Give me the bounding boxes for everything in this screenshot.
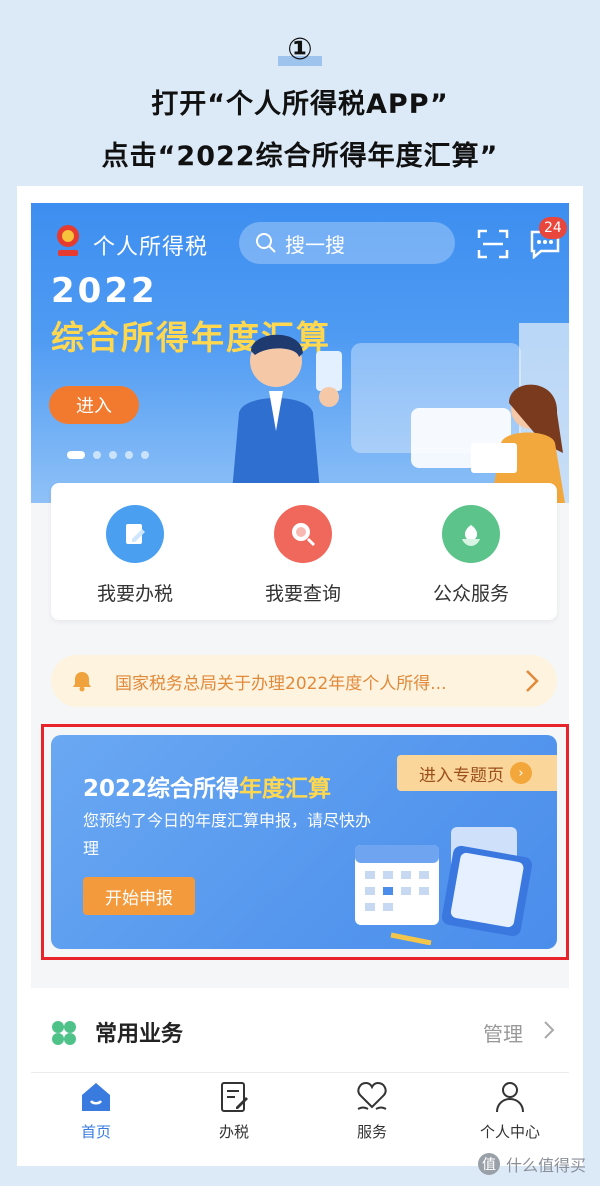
common-business-title: 常用业务 [95,1022,184,1047]
four-leaf-icon [52,1021,76,1045]
start-filing-button[interactable]: 开始申报 [83,877,195,915]
search-placeholder: 搜一搜 [285,232,345,257]
tab-tax[interactable]: 办税 [189,1079,279,1142]
pagination-dot[interactable] [109,451,117,459]
tab-label: 首页 [80,1123,111,1141]
bottom-tab-bar: 首页 办税 服务 个人中心 [31,1072,569,1148]
tulip-icon [442,505,500,563]
pagination-dot[interactable] [93,451,101,459]
tab-home[interactable]: 首页 [51,1079,141,1142]
watermark-text: 什么值得买 [505,1156,586,1175]
topic-page-button[interactable]: 进入专题页 › [397,755,557,791]
service-tax-filing[interactable]: 我要办税 [75,505,195,606]
search-icon [256,233,276,253]
tab-profile[interactable]: 个人中心 [465,1079,555,1142]
home-icon [82,1083,110,1111]
tab-label: 服务 [356,1123,387,1141]
service-label: 我要办税 [96,583,173,605]
instruction-line-1: 打开“个人所得税APP” [151,89,449,120]
annual-card-title-prefix: 2022综合所得 [83,776,240,802]
annual-card-description: 您预约了今日的年度汇算申报，请尽快办理 [83,811,372,858]
instruction-line-2: 点击“2022综合所得年度汇算” [101,141,499,172]
manage-link[interactable]: 管理 [483,1018,523,1047]
pagination-dot[interactable] [141,451,149,459]
app-title: 个人所得税 [93,235,209,260]
heart-service-icon [357,1081,387,1110]
annual-settlement-card[interactable]: 2022综合所得年度汇算 您预约了今日的年度汇算申报，请尽快办理 开始申报 进入… [51,735,557,949]
message-count-badge: 24 [539,217,567,239]
service-public[interactable]: 公众服务 [411,505,531,606]
step-number: ① [278,28,322,70]
calendar-illustration [355,827,533,945]
tab-label: 个人中心 [479,1123,540,1141]
annual-card-title-highlight: 年度汇算 [239,776,332,802]
common-business-header: 常用业务 管理 [31,988,569,1072]
chevron-right-icon: › [510,762,532,784]
service-label: 我要查询 [264,583,341,605]
chevron-right-icon[interactable] [543,1020,555,1040]
app-screen: 个人所得税 搜一搜 24 2022 综合所得年度汇算 进入 我要办税 我要查询 … [31,203,569,1148]
pencil-doc-icon [106,505,164,563]
watermark-logo-icon: 值 [477,1153,500,1175]
tab-service[interactable]: 服务 [327,1079,417,1142]
chevron-right-icon [526,670,539,692]
top-bar: 个人所得税 搜一搜 24 [31,213,569,264]
doc-edit-icon [221,1082,248,1112]
scan-icon[interactable] [477,229,509,259]
tax-emblem-icon [57,225,79,256]
notice-text: 国家税务总局关于办理2022年度个人所得... [115,673,447,694]
service-shortcuts: 我要办税 我要查询 公众服务 [51,483,557,620]
banner-enter-button[interactable]: 进入 [49,386,139,424]
site-watermark: 值 什么值得买 [477,1152,586,1176]
businessman-illustration [231,334,342,503]
annual-card-title: 2022综合所得年度汇算 [83,769,331,803]
pagination-dot[interactable] [125,451,133,459]
banner-year: 2022 [51,271,158,311]
hero-banner[interactable]: 个人所得税 搜一搜 24 2022 综合所得年度汇算 进入 [31,203,569,503]
person-icon [496,1082,524,1113]
pagination-dot[interactable] [67,451,85,459]
service-label: 公众服务 [432,583,509,605]
notice-bar[interactable]: 国家税务总局关于办理2022年度个人所得... [51,655,557,707]
magnifier-icon [274,505,332,563]
tab-label: 办税 [218,1123,249,1141]
search-input[interactable]: 搜一搜 [239,222,455,264]
bell-icon [73,672,91,692]
topic-page-label: 进入专题页 [419,765,504,786]
banner-pagination [67,451,149,459]
service-query[interactable]: 我要查询 [243,505,363,606]
